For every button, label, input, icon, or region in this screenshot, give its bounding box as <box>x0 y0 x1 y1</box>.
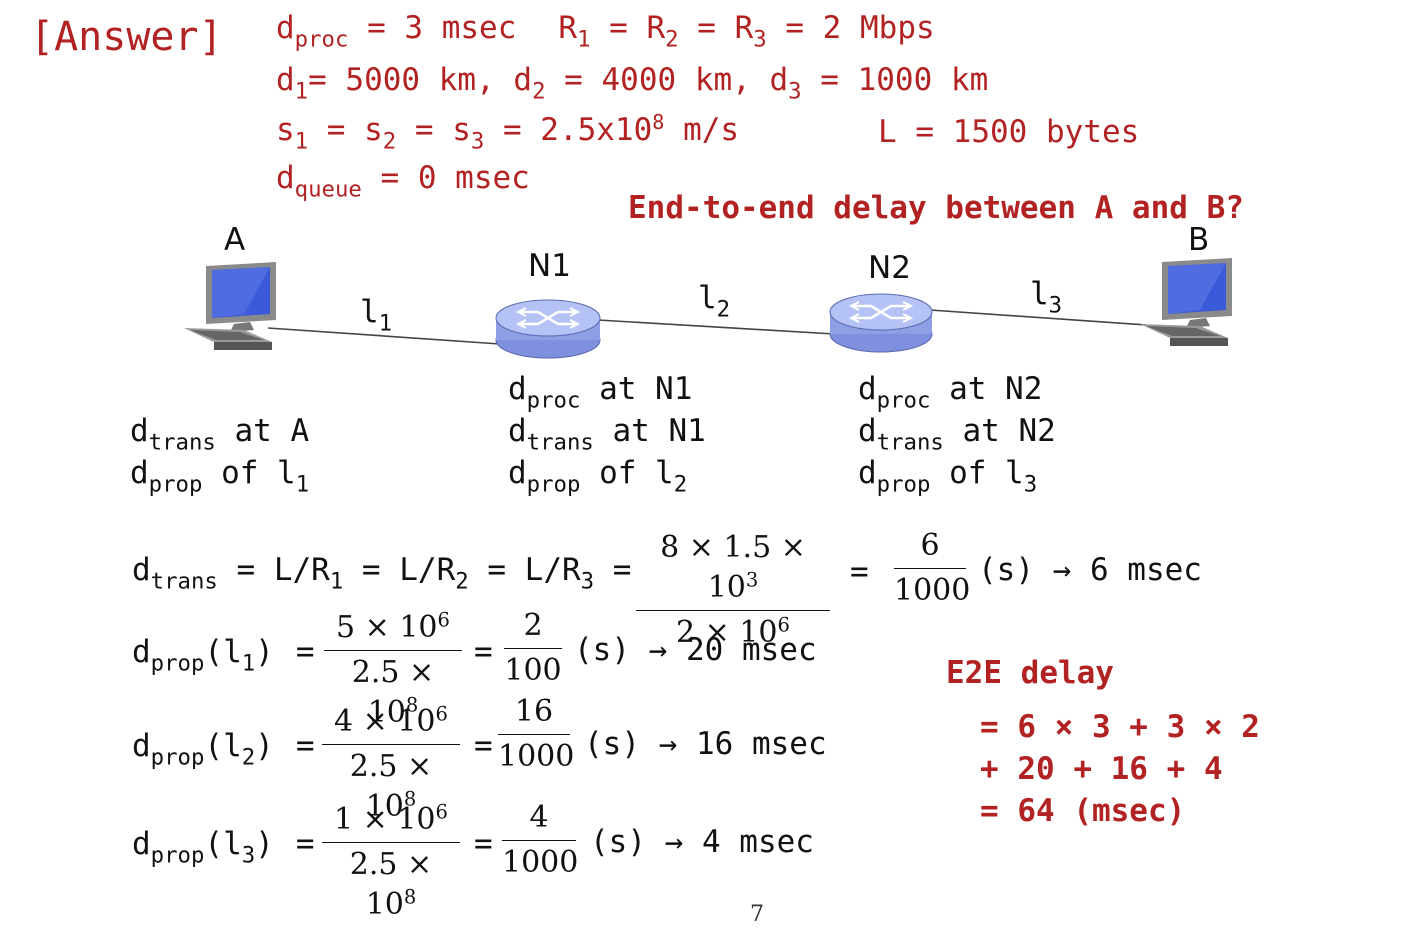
components-n2: dproc at N2 dtrans at N2 dprop of l3 <box>858 368 1056 498</box>
component-line: dprop of l2 <box>508 455 688 498</box>
node-n1-label: N1 <box>528 248 571 284</box>
prop-l2-result: (s) → 16 msec <box>584 726 827 762</box>
link-l3-label: l3 <box>1030 276 1063 319</box>
trans-equation-lhs: dtrans = L/R1 = L/R2 = L/R3 = <box>132 552 632 595</box>
prop-l3-result: (s) → 4 msec <box>590 824 814 860</box>
trans-fraction-2: 6 1000 <box>894 528 971 608</box>
link-l2-label: l2 <box>698 280 731 323</box>
host-a-icon <box>184 262 276 350</box>
component-line: dtrans at N1 <box>508 413 706 456</box>
link-l1-label: l1 <box>360 294 393 337</box>
prop-l2-lhs: dprop(l2) = <box>132 728 315 771</box>
node-b-label: B <box>1188 222 1210 258</box>
link-l3 <box>929 309 1147 326</box>
component-line: dproc at N1 <box>508 371 693 414</box>
trans-equals: = <box>850 554 869 590</box>
component-line: dtrans at N2 <box>858 413 1056 456</box>
component-line: dprop of l3 <box>858 455 1038 498</box>
component-line: dtrans at A <box>130 413 310 456</box>
e2e-line-1: = 6 × 3 + 3 × 2 <box>980 709 1260 745</box>
e2e-title: E2E delay <box>946 655 1114 691</box>
trans-result: (s) → 6 msec <box>978 552 1202 588</box>
prop-l3-fraction-2: 4 1000 <box>502 800 579 880</box>
node-n2-label: N2 <box>868 250 911 286</box>
prop-l1-fraction-2: 2 100 <box>504 608 562 688</box>
node-a-label: A <box>224 222 246 258</box>
page-number: 7 <box>750 902 764 927</box>
network-diagram <box>184 258 1232 359</box>
prop-l2-equals: = <box>474 728 493 764</box>
prop-l1-equals: = <box>474 634 493 670</box>
prop-l1-lhs: dprop(l1) = <box>132 634 315 677</box>
prop-l3-equals: = <box>474 826 493 862</box>
e2e-line-2: + 20 + 16 + 4 <box>980 751 1223 787</box>
prop-l3-fraction-1: 1 × 106 2.5 × 108 <box>322 800 460 925</box>
router-n1-icon <box>495 299 601 359</box>
prop-l1-result: (s) → 20 msec <box>574 632 817 668</box>
prop-l3-lhs: dprop(l3) = <box>132 826 315 869</box>
components-n1: dproc at N1 dtrans at N1 dprop of l2 <box>508 368 706 498</box>
components-a: dtrans at A dprop of l1 <box>130 410 310 498</box>
host-b-icon <box>1140 258 1232 346</box>
e2e-line-3: = 64 (msec) <box>980 793 1186 829</box>
prop-l2-fraction-2: 16 1000 <box>498 694 575 774</box>
component-line: dproc at N2 <box>858 371 1043 414</box>
router-n2-icon <box>829 293 933 353</box>
component-line: dprop of l1 <box>130 455 310 498</box>
